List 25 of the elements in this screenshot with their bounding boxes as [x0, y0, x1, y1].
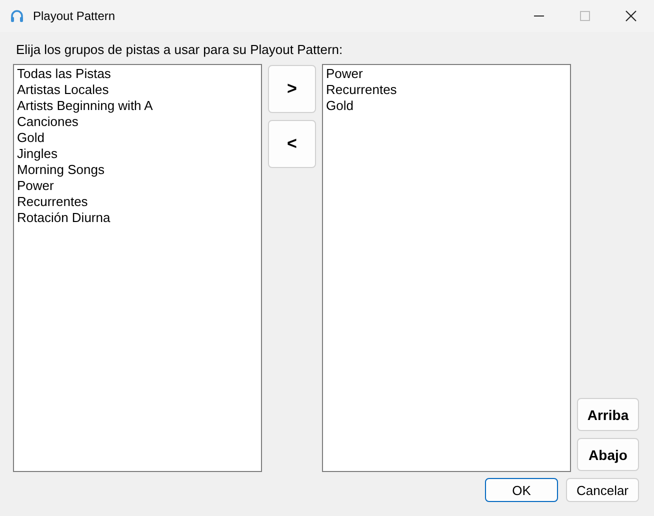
list-item[interactable]: Jingles [17, 146, 258, 162]
list-item[interactable]: Canciones [17, 114, 258, 130]
remove-button[interactable]: < [268, 120, 316, 168]
list-item[interactable]: Gold [326, 98, 567, 114]
list-item[interactable]: Power [326, 66, 567, 82]
window-title: Playout Pattern [33, 9, 116, 23]
add-button[interactable]: > [268, 65, 316, 113]
list-item[interactable]: Recurrentes [326, 82, 567, 98]
list-item[interactable]: Rotación Diurna [17, 210, 258, 226]
move-down-button[interactable]: Abajo [577, 438, 639, 471]
close-icon[interactable] [625, 10, 637, 22]
move-up-button[interactable]: Arriba [577, 398, 639, 431]
headphones-icon [9, 8, 25, 24]
available-groups-list[interactable]: Todas las Pistas Artistas Locales Artists Beginning with A Canciones Gold Jingles Morning Songs Power Recurrentes Rotación Diurna [13, 64, 262, 472]
cancel-button[interactable]: Cancelar [566, 478, 639, 502]
list-item[interactable]: Gold [17, 130, 258, 146]
ok-button[interactable]: OK [485, 478, 558, 502]
list-item[interactable]: Todas las Pistas [17, 66, 258, 82]
list-item[interactable]: Morning Songs [17, 162, 258, 178]
instruction-label: Elija los grupos de pistas a usar para su Playout Pattern: [15, 41, 344, 59]
list-item[interactable]: Artistas Locales [17, 82, 258, 98]
list-item[interactable]: Recurrentes [17, 194, 258, 210]
list-item[interactable]: Power [17, 178, 258, 194]
list-item[interactable]: Artists Beginning with A [17, 98, 258, 114]
selected-groups-list[interactable]: Power Recurrentes Gold [322, 64, 571, 472]
